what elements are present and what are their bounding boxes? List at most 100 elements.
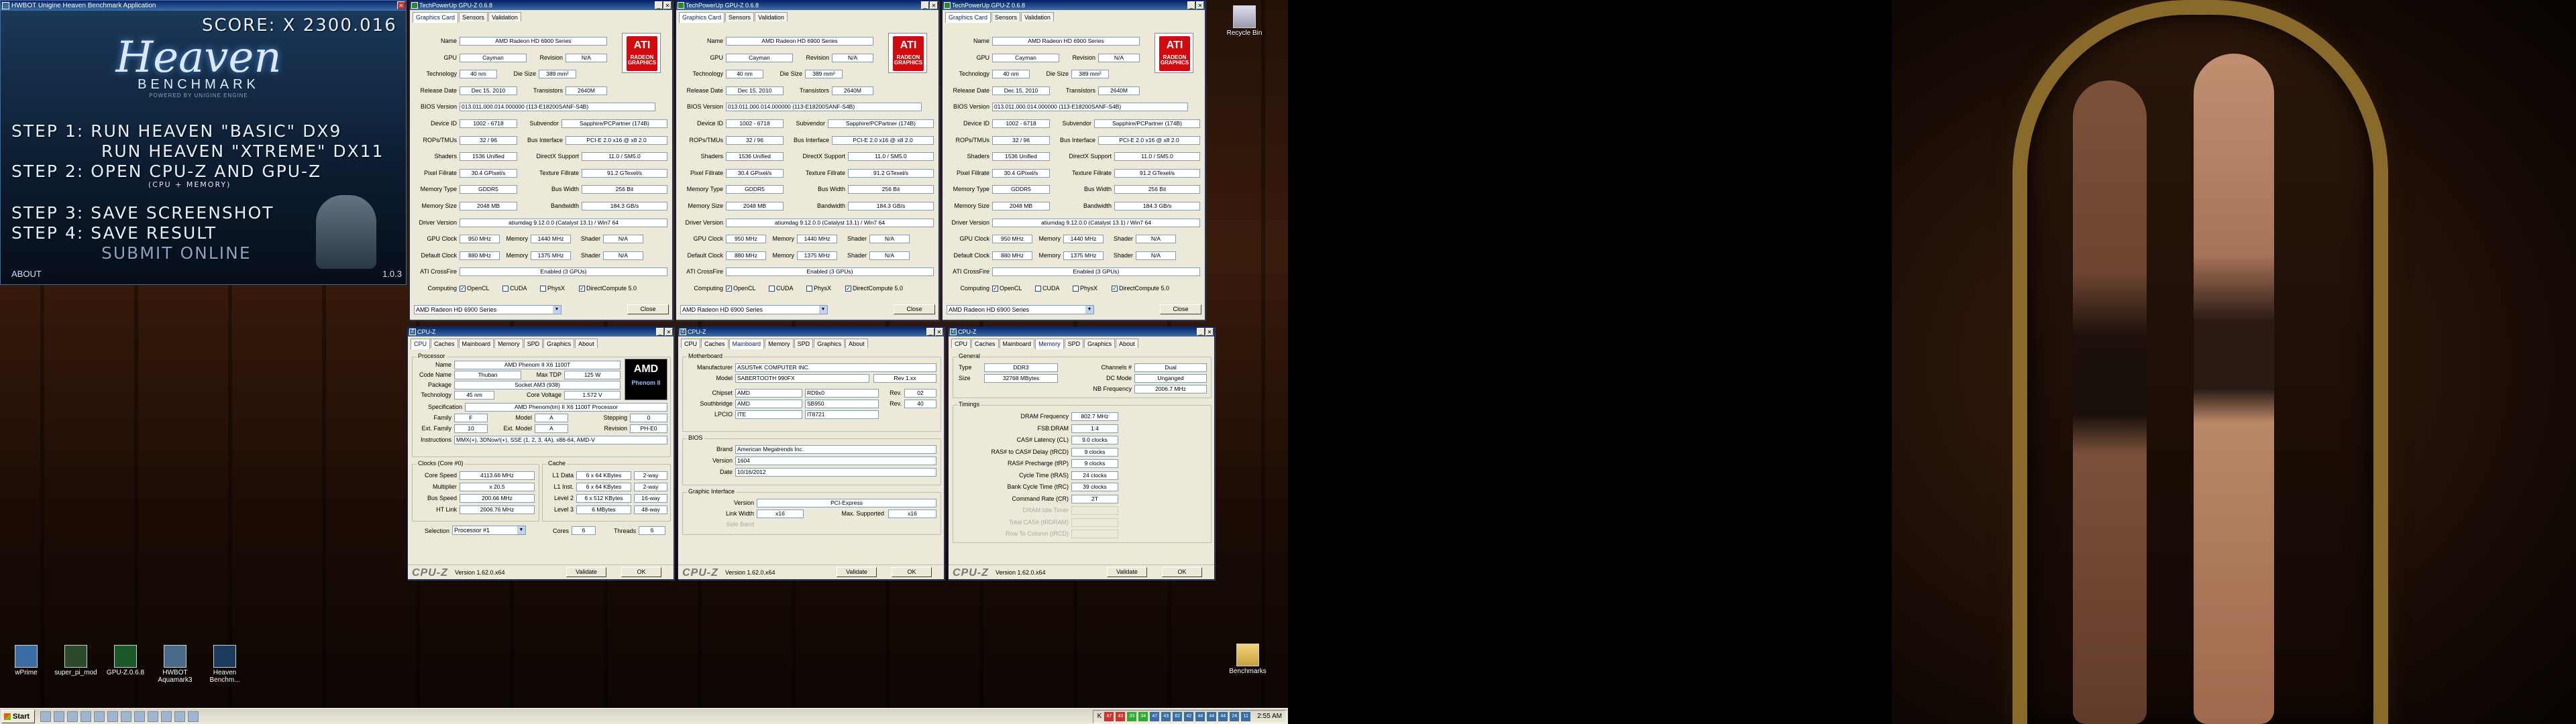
- tab-spd[interactable]: SPD: [1064, 339, 1084, 348]
- tab-mainboard[interactable]: Mainboard: [729, 339, 765, 349]
- tab-graphics[interactable]: Graphics: [1084, 339, 1116, 348]
- tab-graphics-card[interactable]: Graphics Card: [679, 12, 725, 23]
- app-icon[interactable]: [188, 711, 199, 722]
- tray-temp-indicator[interactable]: 34: [1138, 712, 1148, 721]
- tab-graphics-card[interactable]: Graphics Card: [945, 12, 991, 23]
- tab-sensors[interactable]: Sensors: [459, 12, 488, 21]
- tray-temp-indicator[interactable]: 33: [1127, 712, 1137, 721]
- tab-memory[interactable]: Memory: [494, 339, 523, 348]
- app-icon[interactable]: [121, 711, 131, 722]
- tab-about[interactable]: About: [845, 339, 868, 348]
- media-icon[interactable]: [80, 711, 91, 722]
- gpu-select[interactable]: AMD Radeon HD 6900 Series: [947, 305, 1094, 314]
- tab-sensors[interactable]: Sensors: [725, 12, 755, 21]
- heaven-window[interactable]: HWBOT Unigine Heaven Benchmark Applicati…: [0, 0, 407, 285]
- validate-button[interactable]: Validate: [566, 567, 606, 577]
- opencl-checkbox[interactable]: ✓ OpenCL: [992, 285, 1022, 292]
- cpuz-window-mainboard[interactable]: Z CPU-Z _ ✕ CPU Caches Mainboard Memory SPD…: [678, 326, 945, 580]
- tray-temp-indicator[interactable]: 43: [1116, 712, 1126, 721]
- gpuz-window[interactable]: TechPowerUp GPU-Z 0.6.8 _ ✕ Graphics Card …: [676, 0, 939, 320]
- ok-button[interactable]: OK: [1162, 567, 1202, 577]
- close-icon[interactable]: ✕: [935, 328, 943, 336]
- physx-checkbox[interactable]: PhysX: [540, 285, 565, 292]
- tab-cpu[interactable]: CPU: [951, 339, 971, 348]
- gpuz-window[interactable]: TechPowerUp GPU-Z 0.6.8 _ ✕ Graphics Card …: [942, 0, 1205, 320]
- gpuz-titlebar[interactable]: TechPowerUp GPU-Z 0.6.8 _ ✕: [943, 1, 1205, 10]
- folder-icon[interactable]: [67, 711, 78, 722]
- directcompute-checkbox[interactable]: ✓ DirectCompute 5.0: [579, 285, 637, 292]
- app-icon[interactable]: [107, 711, 118, 722]
- cpuz-titlebar[interactable]: Z CPU-Z _ ✕: [678, 327, 944, 337]
- tab-cpu[interactable]: CPU: [411, 339, 431, 349]
- gpuz-shortcut-icon[interactable]: GPU-Z.0.6.8: [102, 645, 149, 676]
- close-icon[interactable]: ✕: [665, 328, 673, 336]
- tray-temp-indicator[interactable]: 43: [1161, 712, 1171, 721]
- opencl-checkbox[interactable]: ✓ OpenCL: [460, 285, 490, 292]
- tab-validation[interactable]: Validation: [1021, 12, 1054, 21]
- close-icon[interactable]: ✕: [1196, 1, 1204, 9]
- wprime-icon[interactable]: wPrime: [3, 645, 50, 676]
- physx-checkbox[interactable]: PhysX: [1073, 285, 1097, 292]
- tray-temp-indicator[interactable]: 11: [1241, 712, 1251, 721]
- close-icon[interactable]: ✕: [930, 1, 938, 9]
- cuda-checkbox[interactable]: CUDA: [769, 285, 794, 292]
- app-icon[interactable]: [174, 711, 185, 722]
- tab-caches[interactable]: Caches: [431, 339, 458, 348]
- cpuz-window-cpu[interactable]: Z CPU-Z _ ✕ CPU Caches Mainboard Memory SPD…: [407, 326, 674, 580]
- tray-temp-indicator[interactable]: 24: [1230, 712, 1240, 721]
- close-icon[interactable]: ✕: [1205, 328, 1214, 336]
- tray-temp-indicator[interactable]: 47: [1150, 712, 1160, 721]
- tab-about[interactable]: About: [575, 339, 598, 348]
- close-icon[interactable]: ✕: [397, 1, 405, 9]
- tab-validation[interactable]: Validation: [755, 12, 788, 21]
- heaven-shortcut-icon[interactable]: Heaven Benchm...: [201, 645, 248, 684]
- ok-button[interactable]: OK: [892, 567, 932, 577]
- tab-graphics[interactable]: Graphics: [814, 339, 845, 348]
- ok-button[interactable]: OK: [621, 567, 661, 577]
- close-button[interactable]: Close: [1160, 304, 1201, 314]
- tray-temp-indicator[interactable]: 44: [1195, 712, 1205, 721]
- tray-temp-indicator[interactable]: 44: [1218, 712, 1228, 721]
- app-icon[interactable]: [94, 711, 105, 722]
- cuda-checkbox[interactable]: CUDA: [1035, 285, 1060, 292]
- opencl-checkbox[interactable]: ✓ OpenCL: [726, 285, 756, 292]
- gpuz-titlebar[interactable]: TechPowerUp GPU-Z 0.6.8 _ ✕: [676, 1, 938, 10]
- close-button[interactable]: Close: [894, 304, 935, 314]
- tab-graphics-card[interactable]: Graphics Card: [413, 12, 459, 23]
- tray-temp-indicator[interactable]: 44: [1207, 712, 1217, 721]
- tab-caches[interactable]: Caches: [971, 339, 999, 348]
- cpuz-titlebar[interactable]: Z CPU-Z _ ✕: [949, 327, 1214, 337]
- close-button[interactable]: Close: [627, 304, 669, 314]
- validate-button[interactable]: Validate: [837, 567, 877, 577]
- tray-temp-indicator[interactable]: 42: [1184, 712, 1194, 721]
- tab-sensors[interactable]: Sensors: [991, 12, 1021, 21]
- gpu-select[interactable]: AMD Radeon HD 6900 Series: [680, 305, 828, 314]
- clock[interactable]: 2:55 AM: [1257, 711, 1282, 723]
- minimize-icon[interactable]: _: [656, 328, 664, 336]
- tab-about[interactable]: About: [1116, 339, 1138, 348]
- tab-spd[interactable]: SPD: [794, 339, 814, 348]
- cpuz-titlebar[interactable]: Z CPU-Z _ ✕: [408, 327, 674, 337]
- gpu-select[interactable]: AMD Radeon HD 6900 Series: [414, 305, 561, 314]
- superpi-icon[interactable]: super_pi_mod: [52, 645, 99, 676]
- minimize-icon[interactable]: _: [1187, 1, 1195, 9]
- recycle-bin-icon[interactable]: Recycle Bin: [1221, 5, 1268, 37]
- cuda-checkbox[interactable]: CUDA: [502, 285, 527, 292]
- heaven-step-4b[interactable]: SUBMIT ONLINE: [101, 243, 252, 263]
- tab-mainboard[interactable]: Mainboard: [999, 339, 1035, 348]
- gpuz-titlebar[interactable]: TechPowerUp GPU-Z 0.6.8 _ ✕: [410, 1, 672, 10]
- directcompute-checkbox[interactable]: ✓ DirectCompute 5.0: [845, 285, 903, 292]
- tab-spd[interactable]: SPD: [523, 339, 543, 348]
- app-icon[interactable]: [148, 711, 158, 722]
- tray-temp-indicator[interactable]: 47: [1104, 712, 1114, 721]
- minimize-icon[interactable]: _: [1197, 328, 1205, 336]
- minimize-icon[interactable]: _: [921, 1, 929, 9]
- tab-caches[interactable]: Caches: [701, 339, 729, 348]
- validate-button[interactable]: Validate: [1107, 567, 1147, 577]
- browser-icon[interactable]: [54, 711, 64, 722]
- tab-graphics[interactable]: Graphics: [543, 339, 575, 348]
- heaven-step-3[interactable]: STEP 3: SAVE SCREENSHOT: [11, 203, 274, 223]
- tab-memory[interactable]: Memory: [765, 339, 794, 348]
- app-icon[interactable]: [134, 711, 145, 722]
- close-icon[interactable]: ✕: [663, 1, 672, 9]
